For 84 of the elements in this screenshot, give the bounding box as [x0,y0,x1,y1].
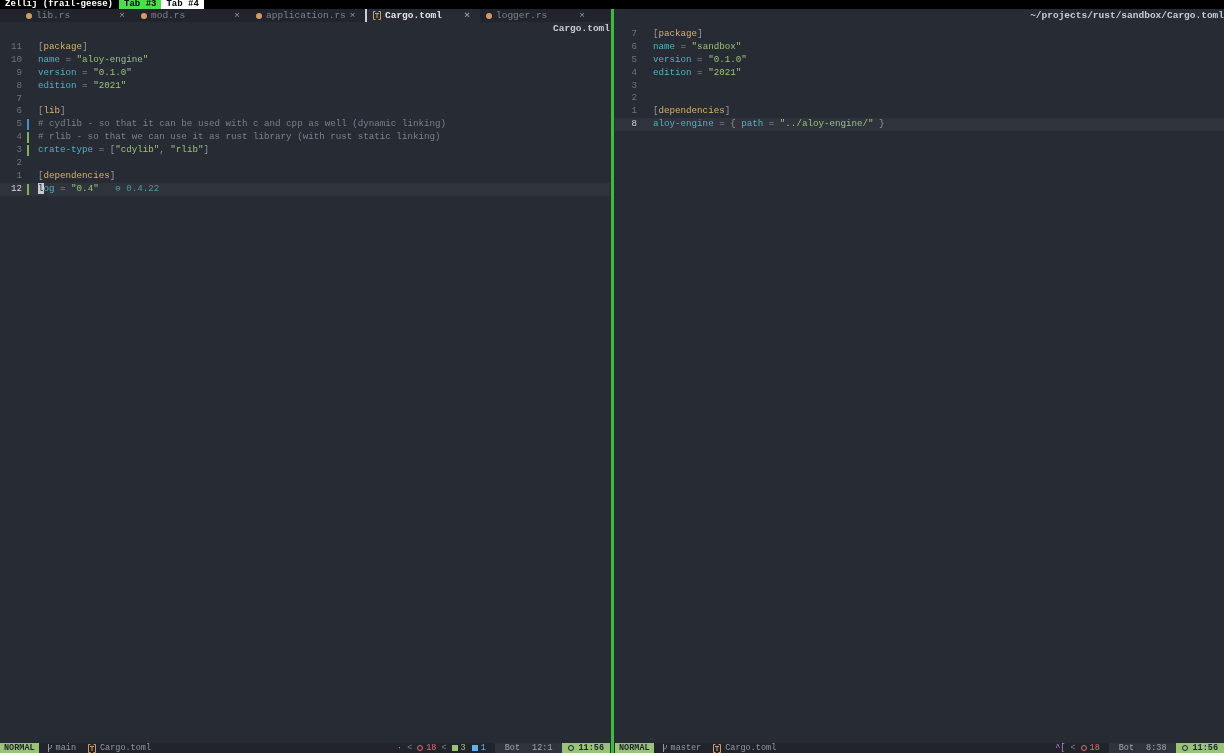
code-line: # cydlib - so that it can be used with c and cpp as well (dynamic linking) [38,118,446,132]
clock-time: 11:56 [1192,743,1218,753]
close-icon[interactable]: × [579,9,585,22]
line-number: 8 [15,79,22,93]
editor-tab[interactable]: application.rs × [250,9,365,22]
code-line: [dependencies] [38,169,116,183]
editor-tab[interactable]: logger.rs × [480,9,595,22]
code-line: version = "0.1.0" [653,53,747,67]
hint-icon [451,745,458,751]
line-number: 2 [15,157,22,170]
status-indicator: · [396,743,404,753]
separator-chevron: < [1069,743,1077,753]
scroll-position: Bot [504,743,521,753]
close-icon[interactable]: × [119,9,125,22]
close-icon[interactable]: × [234,9,240,22]
tab-label: logger.rs [496,9,549,22]
git-branch-icon [661,744,668,752]
separator-chevron: < [406,743,414,753]
code-line: [lib] [38,105,66,119]
line-number: 4 [15,131,22,145]
tab-label: Cargo.toml [385,9,443,22]
code-line: name = "sandbox" [653,40,742,54]
code-line: version = "0.1.0" [38,66,132,80]
editor-tab[interactable]: Cargo.toml × [365,9,480,22]
code-line: name = "aloy-engine" [38,53,149,67]
diagnostic-count: 18 [1089,743,1100,753]
close-icon[interactable]: × [464,9,470,22]
cursor-position: 8:38 [1146,743,1167,753]
mode-indicator: NORMAL [615,743,654,753]
line-number: 8 [630,118,637,132]
line-number: 5 [630,53,637,67]
line-number: 2 [630,92,637,106]
session-name: Zellij (frail-geese) [4,0,115,9]
file-name: Cargo.toml [100,743,153,753]
code-line: [dependencies] [653,105,731,119]
code-line: edition = "2021" [653,66,742,80]
scroll-position: Bot [1118,743,1135,753]
line-number: 12 [9,182,22,196]
tab-label: mod.rs [151,9,187,22]
line-number: 1 [630,105,637,119]
separator-chevron: < [440,743,448,753]
line-number: 9 [15,66,22,80]
line-number: 3 [630,79,637,93]
session-tab[interactable]: Tab #3 [119,0,162,9]
close-icon[interactable]: × [349,9,356,22]
session-tab[interactable]: Tab #4 [161,0,204,9]
line-number: 7 [630,28,637,41]
code-line: log = "0.4" ⊖ 0.4.22 [38,182,160,196]
code-line: # rlib - so that we can use it as rust library (with rust static linking) [38,131,441,145]
line-number: 6 [630,40,637,54]
file-path: ~/projects/rust/sandbox/Cargo.toml [1030,9,1224,22]
tab-label: application.rs [266,9,346,22]
code-line: aloy-engine = { path = "../aloy-engine/" } [653,118,885,132]
clock-time: 11:56 [578,743,604,753]
line-number: 5 [15,118,22,132]
diagnostic-count: 1 [480,743,486,753]
branch-name: master [670,743,702,753]
line-number: 3 [15,144,22,157]
line-number: 7 [15,92,22,106]
editor-tab[interactable]: mod.rs × [135,9,250,22]
branch-name: main [55,743,76,753]
code-line: [package] [653,28,703,41]
diagnostic-count: 18 [426,743,437,753]
code-line: crate-type = ["cdylib", "rlib"] [38,144,209,157]
status-indicator: ^[ [1054,743,1067,753]
toml-file-icon [713,743,722,753]
line-number: 1 [15,169,22,183]
code-line: [package] [38,41,88,54]
toml-file-icon [373,11,381,20]
diagnostic-count: 3 [460,743,466,753]
file-path: Cargo.toml [553,22,610,35]
file-name: Cargo.toml [725,743,778,753]
editor-tab[interactable]: lib.rs × [20,9,135,22]
mode-indicator: NORMAL [0,743,39,753]
line-number: 6 [15,105,22,119]
tab-label: lib.rs [36,9,72,22]
git-branch-icon [46,744,53,752]
cursor-position: 12:1 [532,743,553,753]
line-number: 10 [9,53,22,67]
line-number: 11 [9,41,22,54]
line-number: 4 [630,66,637,80]
code-line: edition = "2021" [38,79,127,93]
toml-file-icon [88,743,96,753]
info-icon [471,745,478,751]
